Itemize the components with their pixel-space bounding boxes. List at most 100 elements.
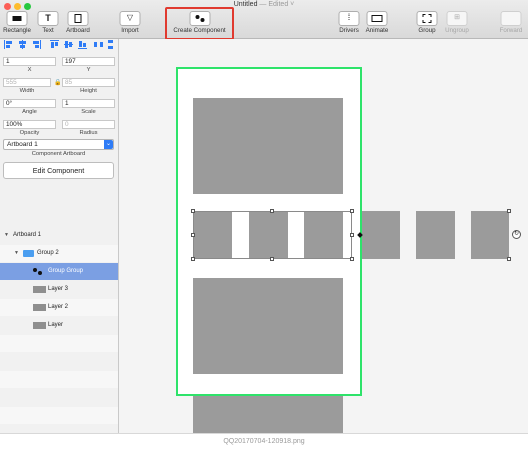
group-label: Group (418, 27, 436, 34)
distribute-horizontal-icon[interactable] (94, 40, 103, 49)
width-caption: Width (19, 88, 35, 94)
component-block[interactable] (471, 211, 509, 259)
layer-row-group-2[interactable]: ▼ Group 2 (0, 245, 118, 262)
y-caption: Y (86, 67, 91, 73)
text-icon-glyph: T (45, 13, 51, 23)
ungroup-button[interactable]: ⊞ Ungroup (442, 11, 472, 37)
edited-status: — Edited ˅ (257, 1, 295, 8)
text-icon: T (37, 11, 59, 26)
angle-field[interactable]: 0° (3, 99, 56, 108)
component-artboard-select[interactable]: Artboard 1 ⌄ (3, 139, 114, 150)
edit-component-button[interactable]: Edit Component (3, 162, 114, 179)
align-bottom-icon[interactable] (78, 40, 87, 49)
drivers-label: Drivers (339, 27, 359, 34)
align-center-icon[interactable] (18, 40, 27, 49)
component-block[interactable] (416, 211, 455, 259)
artboard-tool-button[interactable]: Artboard (62, 11, 94, 37)
align-top-icon[interactable] (50, 40, 59, 49)
height-field[interactable]: 85 (62, 78, 115, 87)
chevron-down-icon: ⌄ (104, 140, 113, 149)
resize-handle[interactable] (270, 209, 274, 213)
x-caption: X (27, 67, 32, 73)
layer-thumbnail (33, 286, 46, 293)
layer-label: Layer 3 (48, 286, 69, 292)
radius-field[interactable]: 0 (62, 120, 115, 129)
status-bar: QQ20170704-120918.png (0, 433, 528, 451)
layer-label: Artboard 1 (13, 232, 42, 238)
forward-icon (500, 11, 522, 26)
layer-label: Group 2 (37, 250, 59, 256)
resize-handle[interactable] (350, 233, 354, 237)
distribute-vertical-icon[interactable] (106, 40, 115, 49)
resize-handle[interactable] (191, 233, 195, 237)
scale-caption: Scale (81, 109, 96, 115)
opacity-caption: Opacity (19, 130, 40, 136)
height-caption: Height (80, 88, 97, 94)
layer-label: Group Group (48, 268, 84, 274)
rectangle-label: Rectangle (3, 27, 31, 34)
import-button[interactable]: ▽ Import (117, 11, 143, 37)
ungroup-label: Ungroup (445, 27, 469, 34)
layer-thumbnail (33, 322, 46, 329)
layer-list-empty-row (0, 407, 118, 424)
disclosure-triangle-icon[interactable]: ▼ (14, 245, 19, 262)
selection-box (193, 211, 352, 259)
disclosure-triangle-icon[interactable]: ▼ (4, 227, 9, 244)
resize-handle[interactable] (191, 257, 195, 261)
resize-handle[interactable] (191, 209, 195, 213)
layer-row-layer-2[interactable]: Layer 2 (0, 299, 118, 316)
overflow-rectangle[interactable] (193, 396, 343, 433)
group-button[interactable]: Group (414, 11, 440, 37)
toolbar: Untitled — Edited ˅ Rectangle T Text Art… (0, 0, 528, 40)
window-title-text: Untitled (233, 1, 258, 8)
animate-icon (366, 11, 388, 26)
opacity-field[interactable]: 100% (3, 120, 56, 129)
component-artboard-value: Artboard 1 (7, 141, 38, 148)
align-left-icon[interactable] (4, 40, 13, 49)
layer-row-group-group[interactable]: Group Group (0, 263, 118, 280)
angle-caption: Angle (22, 109, 37, 115)
component-block[interactable] (362, 211, 400, 259)
animate-button[interactable]: Animate (363, 11, 391, 37)
artboard-label: Artboard (66, 27, 90, 34)
layer-row-layer[interactable]: Layer (0, 317, 118, 334)
resize-handle[interactable] (350, 209, 354, 213)
y-field[interactable]: 197 (62, 57, 115, 66)
width-field[interactable]: 555 (3, 78, 51, 87)
drivers-icon: ⁞ (338, 11, 360, 26)
layer-thumbnail (33, 304, 46, 311)
import-icon: ▽ (119, 11, 141, 26)
lock-icon[interactable]: 🔒 (54, 79, 61, 86)
top-rectangle[interactable] (193, 98, 343, 194)
align-middle-icon[interactable] (64, 40, 73, 49)
layer-list-empty-row (0, 335, 118, 352)
resize-handle[interactable] (507, 209, 511, 213)
drivers-button[interactable]: ⁞ Drivers (336, 11, 362, 37)
layer-row-layer-3[interactable]: Layer 3 (0, 281, 118, 298)
layer-label: Layer 2 (48, 304, 69, 310)
component-artboard-caption: Component Artboard (31, 151, 86, 157)
layer-row-artboard-1[interactable]: ▼ Artboard 1 (0, 227, 118, 244)
align-right-icon[interactable] (32, 40, 41, 49)
layer-list-empty-row (0, 371, 118, 388)
resize-handle[interactable] (350, 257, 354, 261)
text-tool-button[interactable]: T Text (36, 11, 60, 37)
rotate-handle-icon[interactable]: ↻ (512, 230, 521, 239)
group-icon (416, 11, 438, 26)
resize-handle[interactable] (270, 257, 274, 261)
component-icon (33, 268, 37, 272)
forward-button[interactable]: Forward (494, 11, 528, 37)
window-title: Untitled — Edited ˅ (0, 1, 528, 8)
layer-label: Layer (48, 322, 64, 328)
rectangle-tool-button[interactable]: Rectangle (2, 11, 32, 37)
x-field[interactable]: 1 (3, 57, 56, 66)
scale-field[interactable]: 1 (62, 99, 115, 108)
radius-caption: Radius (79, 130, 98, 136)
bottom-rectangle[interactable] (193, 278, 343, 374)
resize-handle[interactable] (507, 257, 511, 261)
import-label: Import (121, 27, 139, 34)
artboard-icon (67, 11, 89, 26)
create-component-highlight (165, 7, 234, 40)
text-label: Text (42, 27, 54, 34)
ungroup-icon: ⊞ (446, 11, 468, 26)
